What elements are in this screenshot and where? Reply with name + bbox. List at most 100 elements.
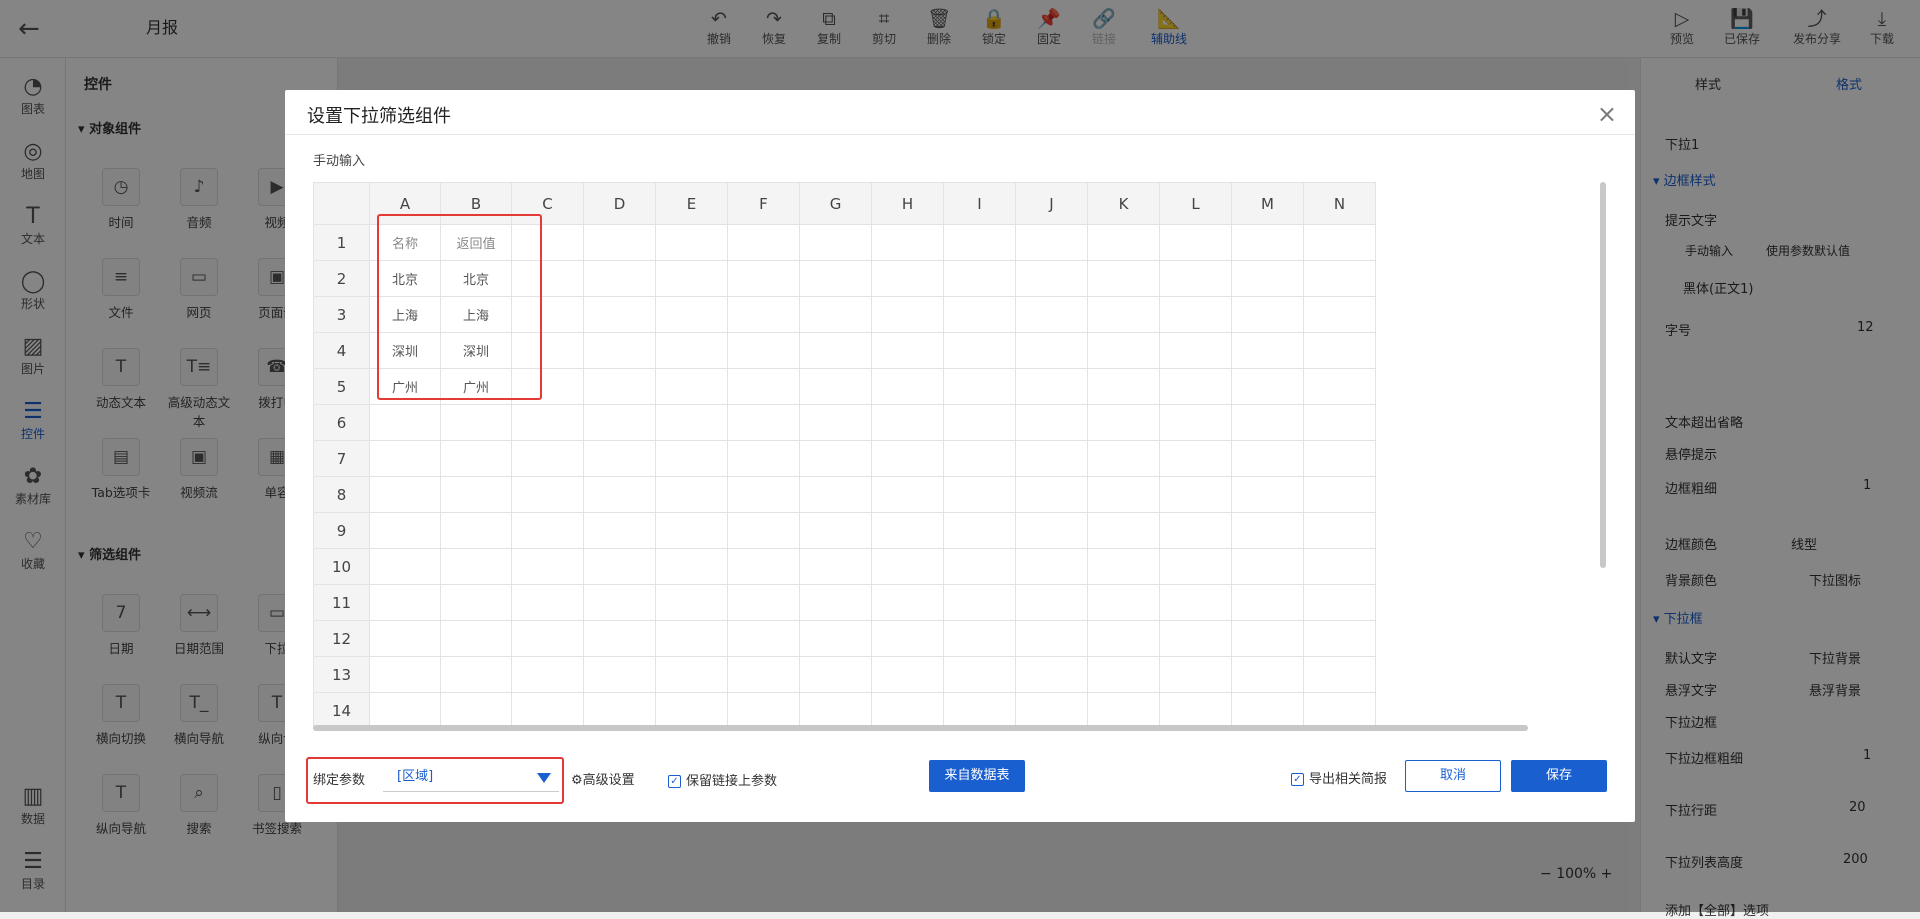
grid-cell[interactable] <box>440 548 512 585</box>
grid-cell[interactable] <box>583 440 656 477</box>
grid-cell[interactable] <box>871 404 944 441</box>
grid-cell[interactable] <box>871 512 944 549</box>
cancel-button[interactable]: 取消 <box>1405 760 1501 792</box>
grid-cell[interactable] <box>440 404 512 441</box>
row-number[interactable]: 6 <box>313 404 370 441</box>
grid-cell[interactable] <box>799 692 872 728</box>
grid-cell[interactable] <box>655 548 728 585</box>
grid-cell[interactable] <box>440 656 512 693</box>
grid-cell[interactable] <box>1159 296 1232 333</box>
grid-cell[interactable] <box>583 548 656 585</box>
grid-cell[interactable] <box>655 224 728 261</box>
grid-cell[interactable] <box>1231 332 1304 369</box>
grid-cell[interactable] <box>440 692 512 728</box>
grid-cell[interactable] <box>1087 224 1160 261</box>
grid-cell[interactable] <box>583 368 656 405</box>
grid-cell[interactable] <box>871 296 944 333</box>
grid-cell[interactable] <box>727 620 800 657</box>
grid-cell[interactable] <box>727 656 800 693</box>
grid-cell[interactable] <box>1231 404 1304 441</box>
grid-cell[interactable] <box>943 368 1016 405</box>
grid-cell[interactable] <box>1159 260 1232 297</box>
grid-cell[interactable] <box>1231 260 1304 297</box>
grid-cell[interactable] <box>1015 584 1088 621</box>
row-number[interactable]: 11 <box>313 584 370 621</box>
grid-cell[interactable] <box>1231 224 1304 261</box>
grid-cell[interactable] <box>799 296 872 333</box>
row-number[interactable]: 13 <box>313 656 370 693</box>
grid-cell[interactable] <box>799 404 872 441</box>
grid-cell[interactable] <box>583 512 656 549</box>
grid-cell[interactable] <box>871 584 944 621</box>
save-button[interactable]: 保存 <box>1511 760 1607 792</box>
grid-cell[interactable] <box>655 368 728 405</box>
grid-cell[interactable] <box>943 260 1016 297</box>
grid-cell[interactable] <box>369 512 441 549</box>
row-number[interactable]: 8 <box>313 476 370 513</box>
column-header[interactable]: J <box>1015 182 1088 225</box>
grid-cell[interactable] <box>799 656 872 693</box>
grid-cell[interactable] <box>1015 224 1088 261</box>
grid-cell[interactable] <box>1303 440 1376 477</box>
grid-cell[interactable] <box>1231 296 1304 333</box>
grid-cell[interactable] <box>1231 440 1304 477</box>
column-header[interactable]: I <box>943 182 1016 225</box>
grid-cell[interactable] <box>440 440 512 477</box>
grid-cell[interactable] <box>1159 692 1232 728</box>
grid-cell[interactable] <box>1087 620 1160 657</box>
grid-cell[interactable] <box>799 512 872 549</box>
grid-cell[interactable] <box>655 656 728 693</box>
grid-cell[interactable] <box>1303 404 1376 441</box>
grid-cell[interactable] <box>727 692 800 728</box>
column-header[interactable]: N <box>1303 182 1376 225</box>
grid-cell[interactable] <box>1303 260 1376 297</box>
grid-cell[interactable] <box>943 332 1016 369</box>
grid-cell[interactable] <box>655 692 728 728</box>
grid-cell[interactable] <box>727 296 800 333</box>
grid-cell[interactable] <box>369 404 441 441</box>
grid-cell[interactable] <box>1087 548 1160 585</box>
grid-cell[interactable] <box>511 512 584 549</box>
grid-cell[interactable] <box>655 620 728 657</box>
row-number[interactable]: 14 <box>313 692 370 728</box>
grid-cell[interactable] <box>655 584 728 621</box>
grid-cell[interactable] <box>871 620 944 657</box>
grid-cell[interactable] <box>369 548 441 585</box>
grid-cell[interactable] <box>1015 368 1088 405</box>
grid-cell[interactable] <box>1015 656 1088 693</box>
grid-cell[interactable] <box>1087 584 1160 621</box>
grid-cell[interactable] <box>1087 440 1160 477</box>
grid-cell[interactable] <box>871 440 944 477</box>
grid-cell[interactable] <box>1087 656 1160 693</box>
grid-cell[interactable] <box>1159 476 1232 513</box>
grid-cell[interactable] <box>1231 512 1304 549</box>
grid-cell[interactable] <box>655 440 728 477</box>
grid-cell[interactable] <box>1303 512 1376 549</box>
grid-cell[interactable] <box>799 440 872 477</box>
grid-cell[interactable] <box>727 260 800 297</box>
grid-cell[interactable] <box>655 260 728 297</box>
grid-cell[interactable] <box>583 404 656 441</box>
column-header[interactable]: G <box>799 182 872 225</box>
grid-cell[interactable] <box>943 224 1016 261</box>
row-number[interactable]: 4 <box>313 332 370 369</box>
grid-cell[interactable] <box>511 440 584 477</box>
grid-cell[interactable] <box>871 224 944 261</box>
grid-cell[interactable] <box>511 404 584 441</box>
grid-cell[interactable] <box>871 260 944 297</box>
grid-cell[interactable] <box>440 620 512 657</box>
column-header[interactable]: F <box>727 182 800 225</box>
row-number[interactable]: 5 <box>313 368 370 405</box>
grid-cell[interactable] <box>511 476 584 513</box>
grid-cell[interactable] <box>943 548 1016 585</box>
grid-cell[interactable] <box>583 476 656 513</box>
grid-cell[interactable] <box>727 332 800 369</box>
grid-cell[interactable] <box>1303 656 1376 693</box>
grid-cell[interactable] <box>943 440 1016 477</box>
grid-cell[interactable] <box>871 656 944 693</box>
grid-cell[interactable] <box>655 404 728 441</box>
row-number[interactable]: 10 <box>313 548 370 585</box>
from-datatable-button[interactable]: 来自数据表 <box>929 760 1025 792</box>
column-header[interactable]: D <box>583 182 656 225</box>
grid-cell[interactable] <box>583 692 656 728</box>
